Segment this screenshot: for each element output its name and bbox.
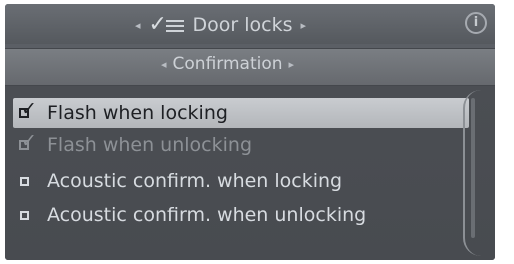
title-group[interactable]: ◂ ✓ Door locks ▸ (135, 12, 306, 38)
option-flash-when-locking[interactable]: ✓ Flash when locking (13, 98, 469, 128)
option-acoustic-confirm-locking[interactable]: Acoustic confirm. when locking (13, 166, 342, 196)
checklist-menu-icon: ✓ (149, 13, 185, 37)
options-list: ✓ Flash when locking ✓ Flash when unlock… (5, 86, 495, 260)
submenu-group[interactable]: ◂ Confirmation ▸ (161, 54, 294, 74)
option-acoustic-confirm-unlocking[interactable]: Acoustic confirm. when unlocking (13, 200, 366, 230)
option-label: Acoustic confirm. when locking (47, 170, 343, 192)
info-icon[interactable]: i (465, 12, 487, 34)
option-label: Flash when unlocking (47, 134, 253, 156)
submenu-right-arrow-icon[interactable]: ▸ (289, 58, 295, 71)
title-left-arrow-icon[interactable]: ◂ (135, 19, 141, 32)
option-label: Acoustic confirm. when unlocking (47, 204, 367, 226)
submenu-bar[interactable]: ◂ Confirmation ▸ (5, 48, 495, 86)
title-right-arrow-icon[interactable]: ▸ (301, 19, 307, 32)
checkbox-unchecked-icon[interactable] (17, 172, 37, 190)
option-flash-when-unlocking: ✓ Flash when unlocking (13, 130, 252, 160)
submenu-title: Confirmation (172, 54, 283, 74)
idrive-screen: ◂ ✓ Door locks ▸ i ◂ Confirmation ▸ ✓ Fl… (5, 4, 495, 260)
checkbox-checked-disabled-icon: ✓ (19, 130, 37, 152)
title-bar: ◂ ✓ Door locks ▸ i (5, 4, 495, 44)
checkbox-unchecked-icon[interactable] (17, 206, 37, 224)
scrollbar[interactable] (463, 90, 483, 256)
checkbox-checked-icon[interactable]: ✓ (17, 98, 37, 122)
submenu-left-arrow-icon[interactable]: ◂ (161, 58, 167, 71)
option-label: Flash when locking (47, 102, 228, 124)
page-title: Door locks (192, 14, 293, 36)
